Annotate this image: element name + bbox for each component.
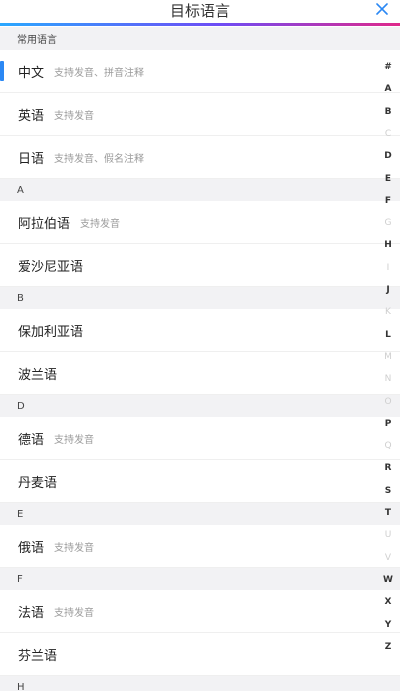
- language-item[interactable]: 阿拉伯语 支持发音: [0, 201, 400, 244]
- language-support-hint: 支持发音: [54, 110, 95, 122]
- language-name: 保加利亚语: [18, 324, 84, 340]
- language-name: 德语: [18, 432, 45, 448]
- index-letter[interactable]: X: [376, 597, 400, 607]
- language-name: 爱沙尼亚语: [18, 259, 84, 275]
- language-support-hint: 支持发音: [80, 218, 121, 230]
- language-name: 日语: [18, 151, 45, 167]
- language-name: 芬兰语: [18, 648, 58, 664]
- index-letter[interactable]: N: [376, 374, 400, 384]
- index-letter[interactable]: F: [376, 196, 400, 206]
- language-support-hint: 支持发音: [54, 434, 95, 446]
- index-letter[interactable]: S: [376, 486, 400, 496]
- section-header: F: [0, 568, 400, 590]
- index-letter[interactable]: I: [376, 263, 400, 273]
- language-item[interactable]: 丹麦语: [0, 460, 400, 503]
- index-letter[interactable]: A: [376, 84, 400, 94]
- language-item[interactable]: 俄语 支持发音: [0, 525, 400, 568]
- index-letter[interactable]: W: [376, 575, 400, 585]
- close-button[interactable]: [372, 0, 392, 20]
- index-letter[interactable]: J: [376, 285, 400, 295]
- language-item[interactable]: 保加利亚语: [0, 309, 400, 352]
- language-item[interactable]: 法语 支持发音: [0, 590, 400, 633]
- page-title: 目标语言: [169, 2, 230, 20]
- index-letter[interactable]: D: [376, 151, 400, 161]
- index-letter[interactable]: G: [376, 218, 400, 228]
- language-item[interactable]: 爱沙尼亚语: [0, 244, 400, 287]
- index-letter[interactable]: O: [376, 397, 400, 407]
- language-item[interactable]: 中文 支持发音、拼音注释: [0, 50, 400, 93]
- language-list[interactable]: 常用语言 中文 支持发音、拼音注释 英语 支持发音 日语 支持发音、假名注释 A 阿拉伯语 支持发…: [0, 27, 400, 691]
- index-letter[interactable]: R: [376, 463, 400, 473]
- index-letter[interactable]: C: [376, 129, 400, 139]
- index-letter[interactable]: M: [376, 352, 400, 362]
- index-letter[interactable]: E: [376, 174, 400, 184]
- language-item[interactable]: 波兰语: [0, 352, 400, 395]
- section-header: 常用语言: [0, 27, 400, 50]
- header-gradient-bar: [0, 23, 400, 26]
- index-letter[interactable]: V: [376, 553, 400, 563]
- section-header: E: [0, 503, 400, 525]
- index-letter[interactable]: Z: [376, 642, 400, 652]
- index-letter[interactable]: L: [376, 330, 400, 340]
- language-support-hint: 支持发音、假名注释: [54, 153, 145, 165]
- section-header: A: [0, 179, 400, 201]
- index-letter[interactable]: #: [376, 62, 400, 72]
- language-name: 英语: [18, 108, 45, 124]
- language-item[interactable]: 芬兰语: [0, 633, 400, 676]
- alphabet-index[interactable]: # A B C D E F G H I J K L M N O P Q R S T U V W X Y Z: [376, 62, 400, 662]
- index-letter[interactable]: U: [376, 530, 400, 540]
- language-support-hint: 支持发音、拼音注释: [54, 67, 145, 79]
- language-name: 阿拉伯语: [18, 216, 71, 232]
- index-letter[interactable]: B: [376, 107, 400, 117]
- index-letter[interactable]: Q: [376, 441, 400, 451]
- language-name: 波兰语: [18, 367, 58, 383]
- language-name: 丹麦语: [18, 475, 58, 491]
- language-support-hint: 支持发音: [54, 542, 95, 554]
- section-header: D: [0, 395, 400, 417]
- index-letter[interactable]: P: [376, 419, 400, 429]
- language-item[interactable]: 德语 支持发音: [0, 417, 400, 460]
- language-item[interactable]: 英语 支持发音: [0, 93, 400, 136]
- language-name: 法语: [18, 605, 45, 621]
- index-letter[interactable]: K: [376, 307, 400, 317]
- index-letter[interactable]: H: [376, 240, 400, 250]
- language-name: 中文: [18, 65, 45, 81]
- section-header: H: [0, 676, 400, 691]
- index-letter[interactable]: Y: [376, 620, 400, 630]
- header: 目标语言: [0, 0, 400, 26]
- language-support-hint: 支持发音: [54, 607, 95, 619]
- section-header: B: [0, 287, 400, 309]
- language-item[interactable]: 日语 支持发音、假名注释: [0, 136, 400, 179]
- close-icon: [376, 3, 388, 15]
- index-letter[interactable]: T: [376, 508, 400, 518]
- language-name: 俄语: [18, 540, 45, 556]
